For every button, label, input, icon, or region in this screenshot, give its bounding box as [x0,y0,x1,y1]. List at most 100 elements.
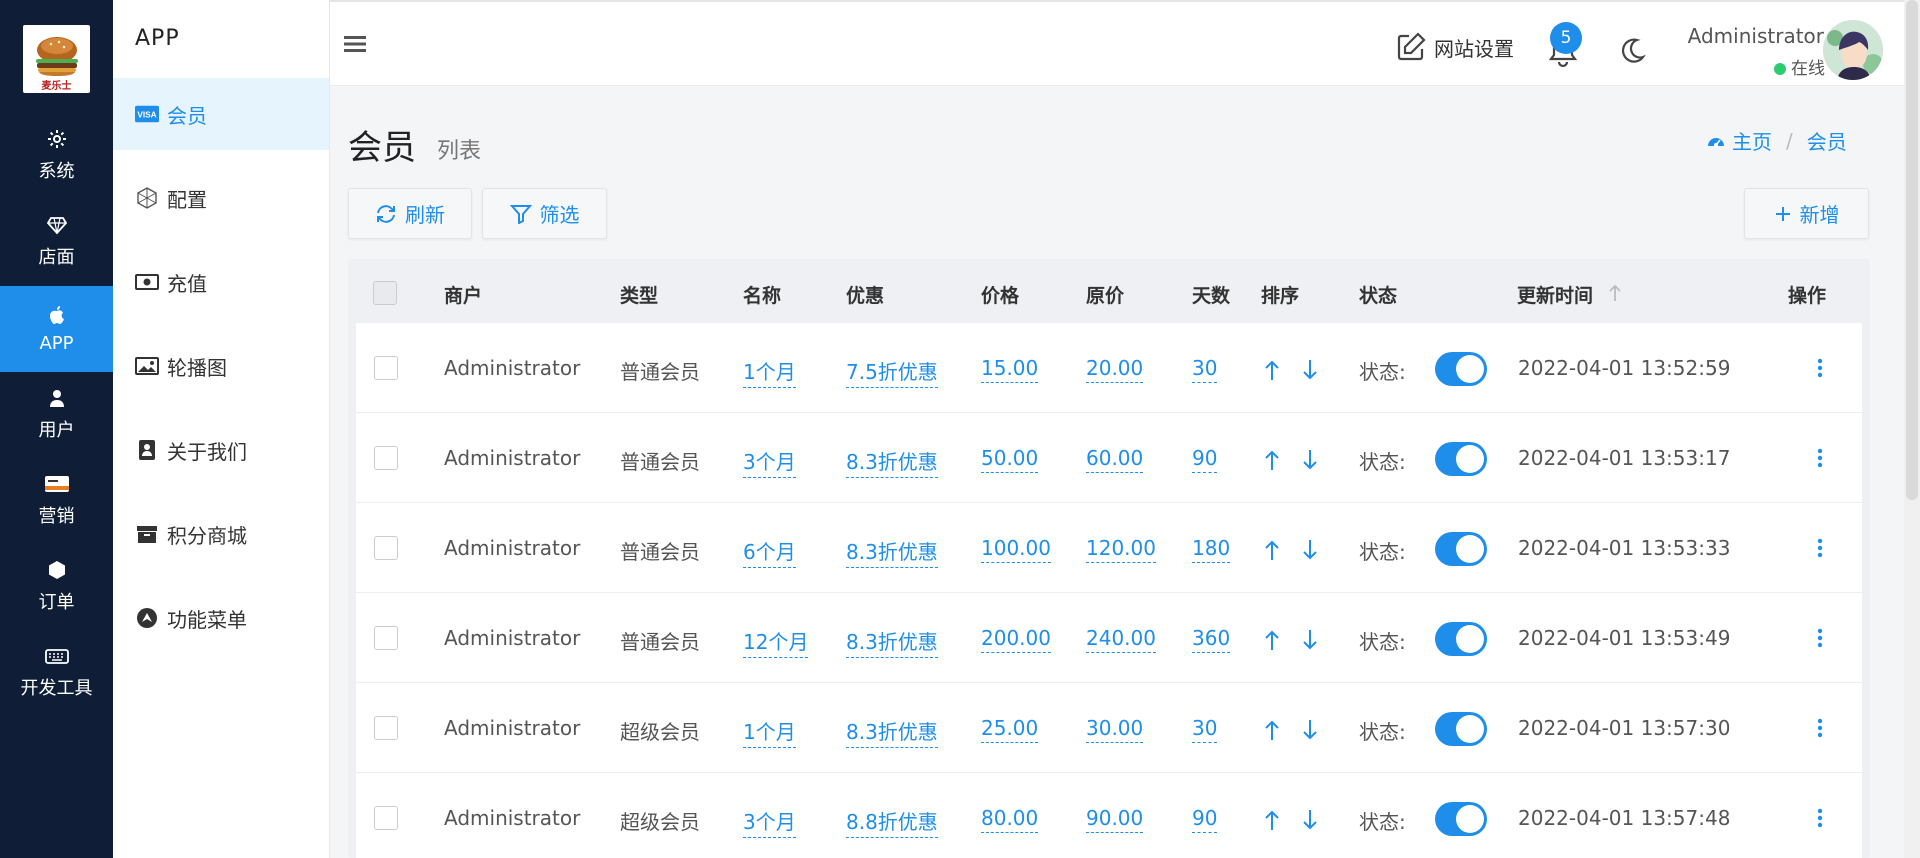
cell-name-editable[interactable]: 1个月 [743,716,796,748]
scrollbar-thumb[interactable] [1906,0,1918,500]
move-down-arrow-icon[interactable] [1301,359,1319,381]
cell-name-editable[interactable]: 1个月 [743,356,796,388]
user-name[interactable]: Administrator [1674,24,1824,48]
more-vertical-icon[interactable] [1816,357,1824,379]
cell-days-editable[interactable]: 90 [1192,446,1218,473]
cell-price-editable[interactable]: 15.00 [981,356,1039,383]
move-up-arrow-icon[interactable] [1263,539,1281,561]
more-vertical-icon[interactable] [1816,717,1824,739]
rail-item-app[interactable]: APP [0,286,113,372]
rail-item-store[interactable]: 店面 [0,199,113,285]
cell-days-editable[interactable]: 90 [1192,806,1218,833]
cell-days-editable[interactable]: 360 [1192,626,1231,653]
brand-logo[interactable]: 麦乐士 [23,25,90,93]
rail-item-orders[interactable]: 订单 [0,544,113,630]
more-vertical-icon[interactable] [1816,537,1824,559]
move-down-arrow-icon[interactable] [1301,539,1319,561]
breadcrumb-home[interactable]: 主页 [1732,126,1772,155]
cell-price-editable[interactable]: 80.00 [981,806,1039,833]
cell-discount-editable[interactable]: 8.3折优惠 [846,716,938,748]
row-checkbox[interactable] [374,536,398,560]
row-checkbox[interactable] [374,446,398,470]
more-vertical-icon[interactable] [1816,447,1824,469]
sort-ascending-icon[interactable] [1608,284,1622,302]
status-toggle[interactable] [1435,532,1487,566]
move-down-arrow-icon[interactable] [1301,719,1319,741]
move-up-arrow-icon[interactable] [1263,359,1281,381]
cell-discount-editable[interactable]: 8.8折优惠 [846,806,938,838]
move-down-arrow-icon[interactable] [1301,449,1319,471]
cell-name-editable[interactable]: 6个月 [743,536,796,568]
column-header-discount[interactable]: 优惠 [846,281,884,308]
column-header-type[interactable]: 类型 [620,281,658,308]
subnav-item-member[interactable]: VISA 会员 [113,78,329,150]
rail-item-system[interactable]: 系统 [0,113,113,199]
rail-item-marketing[interactable]: 营销 [0,458,113,544]
compass-icon [135,606,159,630]
row-checkbox[interactable] [374,806,398,830]
column-header-status[interactable]: 状态 [1359,281,1397,308]
cell-days-editable[interactable]: 30 [1192,716,1218,743]
move-down-arrow-icon[interactable] [1301,629,1319,651]
move-up-arrow-icon[interactable] [1263,629,1281,651]
subnav-item-carousel[interactable]: 轮播图 [113,330,329,402]
cell-original-price-editable[interactable]: 60.00 [1086,446,1144,473]
status-toggle[interactable] [1435,712,1487,746]
rail-item-user[interactable]: 用户 [0,372,113,458]
row-checkbox[interactable] [374,716,398,740]
column-header-price[interactable]: 价格 [981,281,1019,308]
status-toggle[interactable] [1435,442,1487,476]
subnav-item-config[interactable]: 配置 [113,162,329,234]
site-settings-button[interactable]: 网站设置 [1396,32,1514,62]
row-checkbox[interactable] [374,356,398,380]
row-checkbox[interactable] [374,626,398,650]
status-toggle[interactable] [1435,622,1487,656]
cell-original-price-editable[interactable]: 20.00 [1086,356,1144,383]
status-toggle[interactable] [1435,802,1487,836]
avatar[interactable] [1823,20,1883,80]
more-vertical-icon[interactable] [1816,807,1824,829]
move-down-arrow-icon[interactable] [1301,809,1319,831]
cell-days-editable[interactable]: 180 [1192,536,1231,563]
cell-original-price-editable[interactable]: 240.00 [1086,626,1156,653]
hamburger-menu-icon[interactable] [342,32,368,56]
add-button[interactable]: 新增 [1744,188,1869,239]
move-up-arrow-icon[interactable] [1263,449,1281,471]
cell-merchant: Administrator [444,626,581,650]
column-header-name[interactable]: 名称 [743,281,781,308]
cell-original-price-editable[interactable]: 90.00 [1086,806,1144,833]
refresh-button[interactable]: 刷新 [348,188,472,239]
move-up-arrow-icon[interactable] [1263,719,1281,741]
cell-discount-editable[interactable]: 7.5折优惠 [846,356,938,388]
column-header-updated[interactable]: 更新时间 [1517,281,1593,308]
cell-price-editable[interactable]: 100.00 [981,536,1051,563]
column-header-sort[interactable]: 排序 [1261,281,1299,308]
subnav-item-recharge[interactable]: 充值 [113,246,329,318]
cell-price-editable[interactable]: 25.00 [981,716,1039,743]
cell-original-price-editable[interactable]: 30.00 [1086,716,1144,743]
move-up-arrow-icon[interactable] [1263,809,1281,831]
status-toggle[interactable] [1435,352,1487,386]
filter-button[interactable]: 筛选 [482,188,607,239]
cell-original-price-editable[interactable]: 120.00 [1086,536,1156,563]
cell-name-editable[interactable]: 12个月 [743,626,809,658]
cell-days-editable[interactable]: 30 [1192,356,1218,383]
subnav-item-function-menu[interactable]: 功能菜单 [113,582,329,654]
subnav-item-about[interactable]: 关于我们 [113,414,329,486]
cell-discount-editable[interactable]: 8.3折优惠 [846,626,938,658]
cell-price-editable[interactable]: 200.00 [981,626,1051,653]
more-vertical-icon[interactable] [1816,627,1824,649]
cell-discount-editable[interactable]: 8.3折优惠 [846,446,938,478]
cell-name-editable[interactable]: 3个月 [743,806,796,838]
rail-item-devtools[interactable]: 开发工具 [0,630,113,716]
moon-icon[interactable] [1617,36,1647,66]
cell-name-editable[interactable]: 3个月 [743,446,796,478]
column-header-merchant[interactable]: 商户 [444,281,482,308]
column-header-days[interactable]: 天数 [1192,281,1230,308]
cell-price-editable[interactable]: 50.00 [981,446,1039,473]
subnav-item-points-mall[interactable]: 积分商城 [113,498,329,570]
column-header-original-price[interactable]: 原价 [1086,281,1124,308]
cell-discount-editable[interactable]: 8.3折优惠 [846,536,938,568]
breadcrumb-current[interactable]: 会员 [1807,126,1847,155]
select-all-checkbox[interactable] [373,281,397,305]
